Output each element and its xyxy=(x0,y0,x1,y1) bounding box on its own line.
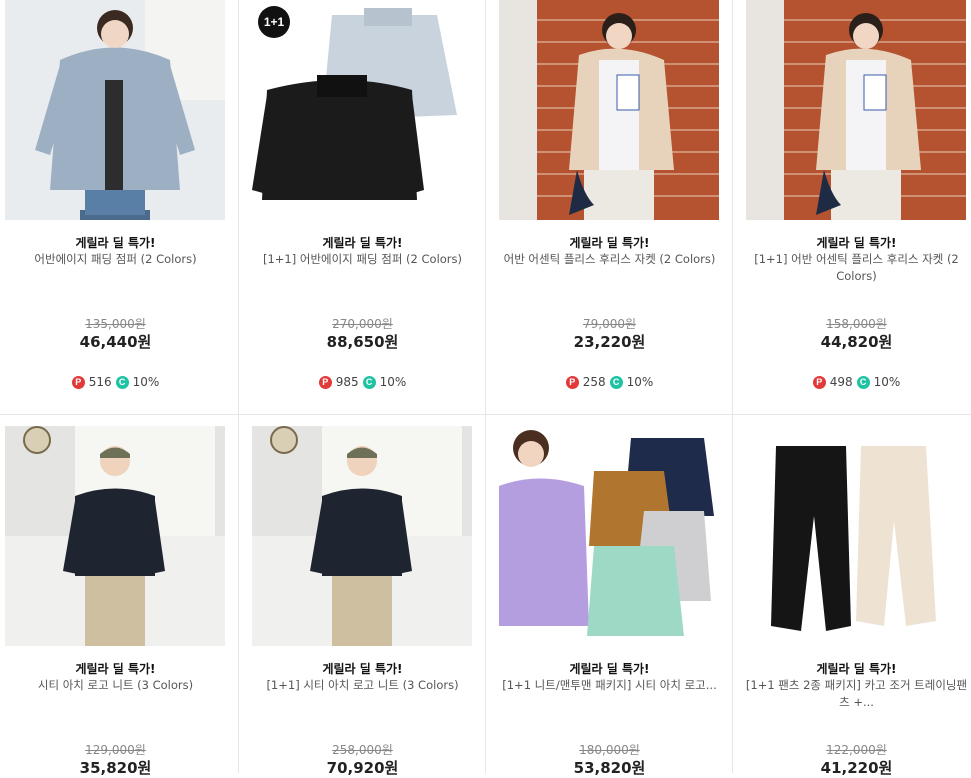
product-image[interactable] xyxy=(499,426,719,646)
product-card[interactable]: 1+1 게릴라 딜 특가! [1+1] 어반에이지 패딩 점퍼 (2 Color… xyxy=(247,0,494,414)
coupon-icon: C xyxy=(609,375,623,389)
sale-price: 44,820원 xyxy=(820,333,893,351)
sale-price: 46,440원 xyxy=(79,333,152,351)
original-price: 270,000원 xyxy=(332,317,393,331)
product-name[interactable]: [1+1 팬츠 2종 패키지] 카고 조거 트레이닝팬츠 +... xyxy=(741,677,971,711)
point-icon: P xyxy=(318,375,332,389)
point-value: 498 xyxy=(829,375,853,389)
deal-label: 게릴라 딜 특가! xyxy=(75,662,156,676)
product-image[interactable] xyxy=(5,0,225,220)
deal-label: 게릴라 딜 특가! xyxy=(816,236,897,250)
original-price: 79,000원 xyxy=(582,317,637,331)
sale-price: 35,820원 xyxy=(79,759,152,777)
original-price: 129,000원 xyxy=(85,743,146,757)
deal-label: 게릴라 딜 특가! xyxy=(816,662,897,676)
sale-price: 53,820원 xyxy=(573,759,646,777)
benefit-row: P 985 C 10% xyxy=(247,375,478,389)
product-image[interactable] xyxy=(499,0,719,220)
coupon-value: 10% xyxy=(873,375,901,389)
product-card[interactable]: 게릴라 딜 특가! 시티 아치 로고 니트 (3 Colors) 129,000… xyxy=(0,426,247,777)
product-card[interactable]: 게릴라 딜 특가! [1+1] 시티 아치 로고 니트 (3 Colors) 2… xyxy=(247,426,494,777)
product-image[interactable]: 1+1 xyxy=(252,0,472,220)
point-value: 258 xyxy=(582,375,606,389)
product-image[interactable] xyxy=(746,0,966,220)
coupon-icon: C xyxy=(362,375,376,389)
product-card[interactable]: 게릴라 딜 특가! [1+1] 어반 어센틱 플리스 후리스 자켓 (2 Col… xyxy=(741,0,971,414)
benefit-row: P 516 C 10% xyxy=(0,375,231,389)
coupon-icon: C xyxy=(856,375,870,389)
product-image[interactable] xyxy=(746,426,966,646)
coupon-value: 10% xyxy=(132,375,160,389)
point-value: 985 xyxy=(335,375,359,389)
product-name[interactable]: [1+1] 어반 어센틱 플리스 후리스 자켓 (2 Colors) xyxy=(741,251,971,285)
deal-label: 게릴라 딜 특가! xyxy=(569,662,650,676)
deal-label: 게릴라 딜 특가! xyxy=(322,662,403,676)
product-grid: 게릴라 딜 특가! 어반에이지 패딩 점퍼 (2 Colors) 135,000… xyxy=(0,0,971,777)
product-name[interactable]: [1+1] 시티 아치 로고 니트 (3 Colors) xyxy=(247,677,478,694)
product-name[interactable]: [1+1] 어반에이지 패딩 점퍼 (2 Colors) xyxy=(247,251,478,268)
sale-price: 70,920원 xyxy=(326,759,399,777)
original-price: 180,000원 xyxy=(579,743,640,757)
product-card[interactable]: 게릴라 딜 특가! [1+1 팬츠 2종 패키지] 카고 조거 트레이닝팬츠 +… xyxy=(741,426,971,777)
product-card[interactable]: 게릴라 딜 특가! 어반에이지 패딩 점퍼 (2 Colors) 135,000… xyxy=(0,0,247,414)
original-price: 258,000원 xyxy=(332,743,393,757)
point-icon: P xyxy=(71,375,85,389)
product-name[interactable]: 어반 어센틱 플리스 후리스 자켓 (2 Colors) xyxy=(494,251,725,268)
coupon-value: 10% xyxy=(626,375,654,389)
original-price: 135,000원 xyxy=(85,317,146,331)
original-price: 122,000원 xyxy=(826,743,887,757)
product-image[interactable] xyxy=(252,426,472,646)
row-divider xyxy=(0,414,971,415)
product-card[interactable]: 게릴라 딜 특가! [1+1 니트/맨투맨 패키지] 시티 아치 로고... 1… xyxy=(494,426,741,777)
product-name[interactable]: 시티 아치 로고 니트 (3 Colors) xyxy=(0,677,231,694)
original-price: 158,000원 xyxy=(826,317,887,331)
product-name[interactable]: [1+1 니트/맨투맨 패키지] 시티 아치 로고... xyxy=(494,677,725,694)
product-card[interactable]: 게릴라 딜 특가! 어반 어센틱 플리스 후리스 자켓 (2 Colors) 7… xyxy=(494,0,741,414)
coupon-value: 10% xyxy=(379,375,407,389)
benefit-row: P 258 C 10% xyxy=(494,375,725,389)
sale-price: 88,650원 xyxy=(326,333,399,351)
coupon-icon: C xyxy=(115,375,129,389)
point-icon: P xyxy=(565,375,579,389)
point-icon: P xyxy=(812,375,826,389)
sale-price: 23,220원 xyxy=(573,333,646,351)
deal-label: 게릴라 딜 특가! xyxy=(569,236,650,250)
product-image[interactable] xyxy=(5,426,225,646)
benefit-row: P 498 C 10% xyxy=(741,375,971,389)
deal-label: 게릴라 딜 특가! xyxy=(75,236,156,250)
product-name[interactable]: 어반에이지 패딩 점퍼 (2 Colors) xyxy=(0,251,231,268)
point-value: 516 xyxy=(88,375,112,389)
deal-label: 게릴라 딜 특가! xyxy=(322,236,403,250)
one-plus-one-badge: 1+1 xyxy=(258,6,290,38)
sale-price: 41,220원 xyxy=(820,759,893,777)
